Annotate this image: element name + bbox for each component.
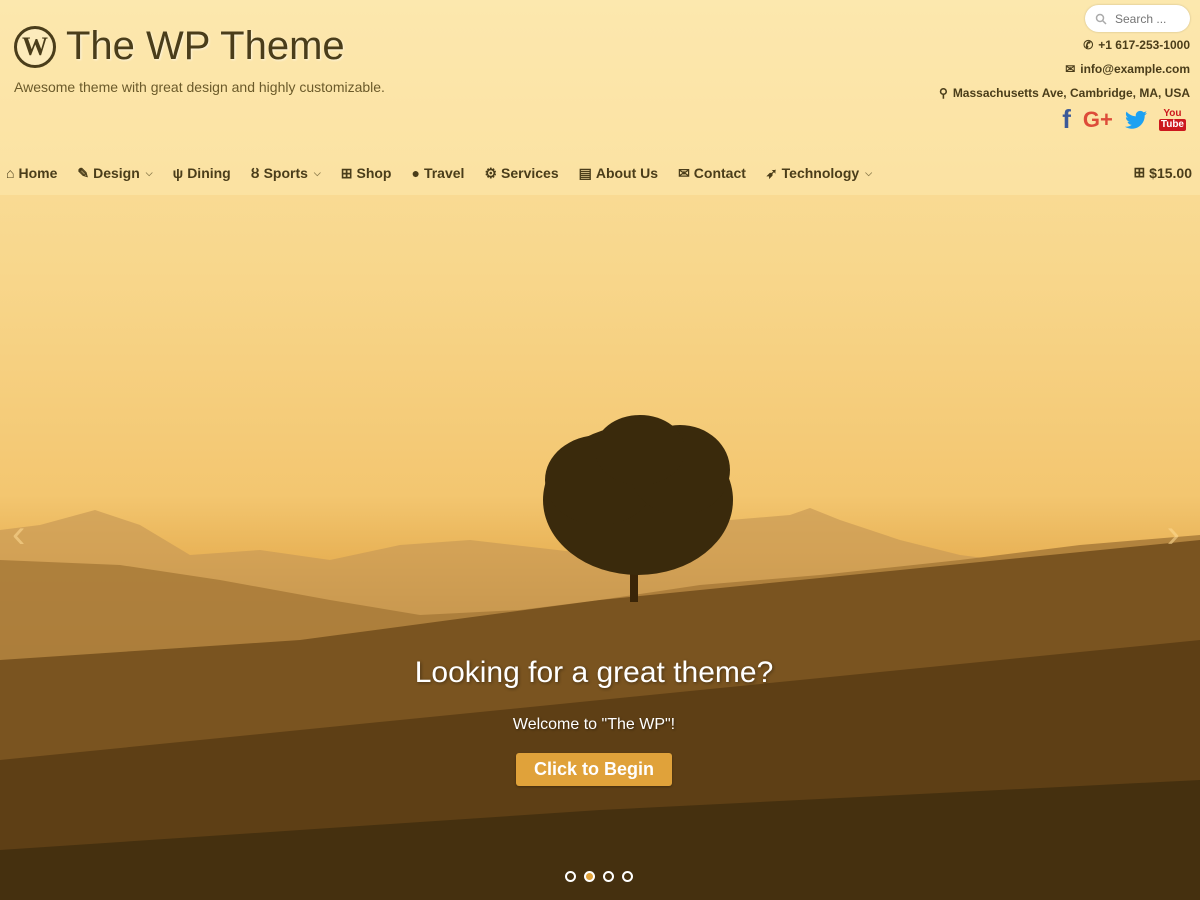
slide-subtitle: Welcome to "The WP"! — [512, 716, 676, 733]
slider-pagination — [565, 871, 633, 882]
site-header: W The WP Theme Awesome theme with great … — [0, 0, 1200, 195]
map-marker-icon: ⚲ — [939, 86, 948, 100]
google-plus-icon[interactable]: G+ — [1083, 107, 1113, 133]
building-icon: ▤ — [578, 164, 592, 181]
contact-email[interactable]: ✉ info@example.com — [1065, 62, 1190, 76]
facebook-icon[interactable]: f — [1062, 104, 1071, 135]
globe-icon: ● — [411, 165, 420, 181]
chevron-down-icon: ⌵ — [865, 167, 873, 178]
slider-dot[interactable] — [603, 871, 614, 882]
cart-icon: ⊞ — [1133, 164, 1146, 180]
nav-item-dining[interactable]: ψ Dining — [173, 165, 231, 181]
search-icon — [1095, 13, 1107, 25]
home-icon: ⌂ — [6, 165, 15, 181]
address-text: Massachusetts Ave, Cambridge, MA, USA — [952, 86, 1190, 100]
social-links: f G+ You Tube — [1062, 104, 1186, 135]
site-title[interactable]: The WP Theme — [66, 24, 345, 69]
nav-item-about-us[interactable]: ▤ About Us — [579, 165, 658, 182]
slider-prev-arrow[interactable]: ‹ — [12, 512, 25, 557]
nav-item-design[interactable]: ✎ Design ⌵ — [77, 165, 152, 182]
bicycle-icon: ȣ — [250, 165, 260, 181]
slider-dot[interactable] — [565, 871, 576, 882]
envelope-icon: ✉ — [678, 164, 690, 181]
slider-dot[interactable] — [622, 871, 633, 882]
brush-icon: ✎ — [77, 164, 90, 181]
envelope-icon: ✉ — [1065, 62, 1076, 76]
phone-text[interactable]: +1 617-253-1000 — [1098, 38, 1190, 52]
nav-item-contact[interactable]: ✉ Contact — [678, 165, 746, 182]
nav-item-services[interactable]: ⚙ Services — [484, 165, 558, 182]
youtube-icon[interactable]: You Tube — [1158, 108, 1186, 131]
cart-total[interactable]: ⊞ $15.00 — [1133, 164, 1192, 181]
nav-item-shop[interactable]: ⊞ Shop — [341, 165, 392, 182]
search-box[interactable] — [1085, 5, 1190, 32]
twitter-icon[interactable] — [1124, 110, 1147, 130]
site-tagline: Awesome theme with great design and high… — [14, 79, 385, 95]
contact-phone[interactable]: ✆ +1 617-253-1000 — [1083, 38, 1190, 52]
main-navigation: ⌂ Home ✎ Design ⌵ ψ Dining ȣ Sports ⌵ ⊞ Shop ● T… — [0, 158, 1200, 188]
chevron-down-icon: ⌵ — [145, 167, 153, 178]
slider-dot-active[interactable] — [584, 871, 595, 882]
nav-item-home[interactable]: ⌂ Home — [6, 165, 57, 181]
cutlery-icon: ψ — [172, 165, 184, 181]
wordpress-logo-icon[interactable]: W — [14, 25, 56, 68]
cart-icon: ⊞ — [340, 164, 353, 181]
slider-next-arrow[interactable]: › — [1167, 512, 1180, 557]
nav-item-technology[interactable]: ➶ Technology ⌵ — [766, 165, 872, 182]
click-to-begin-button[interactable]: Click to Begin — [516, 753, 672, 786]
chevron-down-icon: ⌵ — [313, 167, 321, 178]
site-branding[interactable]: W The WP Theme — [14, 24, 345, 69]
contact-address: ⚲ Massachusetts Ave, Cambridge, MA, USA — [939, 86, 1190, 100]
nav-item-sports[interactable]: ȣ Sports ⌵ — [251, 165, 321, 181]
search-input[interactable] — [1115, 11, 1185, 26]
email-text[interactable]: info@example.com — [1080, 62, 1190, 76]
nav-item-travel[interactable]: ● Travel — [411, 165, 464, 181]
gear-icon: ⚙ — [484, 164, 497, 181]
slide-title: Looking for a great theme? — [414, 656, 774, 689]
rocket-icon: ➶ — [765, 164, 778, 181]
phone-icon: ✆ — [1083, 38, 1094, 52]
